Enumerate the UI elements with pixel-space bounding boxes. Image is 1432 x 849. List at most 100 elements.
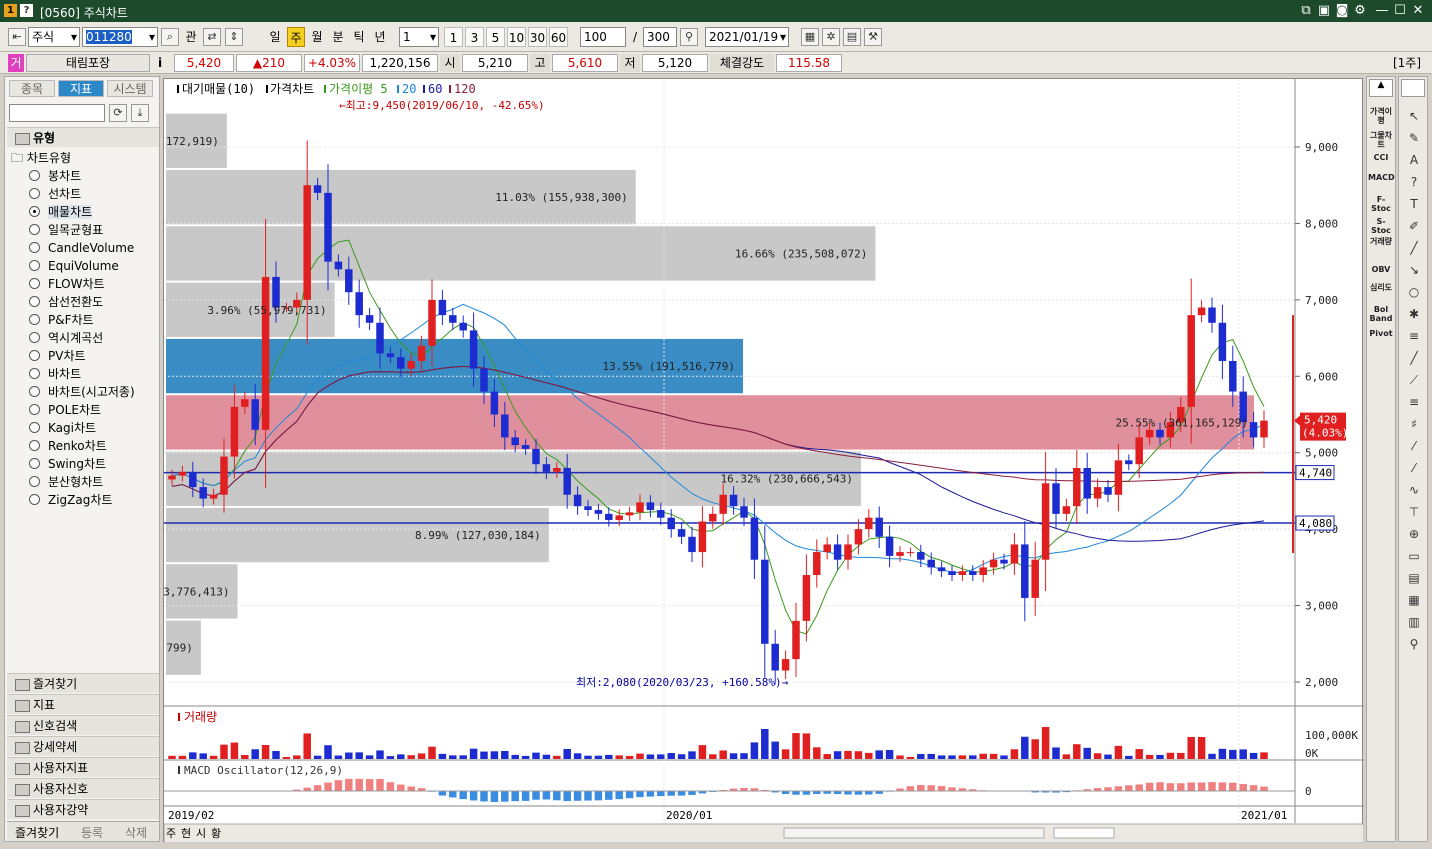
indicator-button[interactable]: F-Stoc [1368,195,1394,213]
chart-type-item[interactable]: Kagi차트 [29,419,96,437]
bottom-tab-delete[interactable]: 삭제 [125,824,147,841]
drawing-tool-icon[interactable]: ╱ [1404,349,1424,367]
tool-dropdown[interactable] [1401,79,1425,97]
scroll-up-icon[interactable]: ▲ [1369,79,1393,97]
drawing-tool-icon[interactable]: ▦ [1404,591,1424,609]
period-2[interactable]: 월 [308,27,326,47]
camera-icon[interactable]: ◙ [1334,3,1350,19]
indicator-button[interactable]: 가격이평 [1368,107,1394,125]
chart-type-item[interactable]: 바차트(시고저종) [29,383,135,401]
chart-type-item[interactable]: Swing차트 [29,455,106,473]
drawing-tool-icon[interactable]: ⟋ [1404,371,1424,389]
folder-item[interactable]: 지표 [7,694,159,714]
chart-type-item[interactable]: CandleVolume [29,239,134,257]
indicator-button[interactable]: MACD [1368,173,1395,182]
updown-icon[interactable]: ⇕ [225,28,243,46]
chart-type-item[interactable]: 역시계곡선 [29,329,103,347]
drawing-tool-icon[interactable]: ╱ [1404,239,1424,257]
indicator-button[interactable]: CCI [1368,153,1394,162]
reload-icon[interactable]: ⟳ [109,104,127,122]
folder-item[interactable]: 사용자강약 [7,799,159,819]
search-icon[interactable]: ⌕ [161,28,179,46]
drawing-tool-icon[interactable]: ? [1404,173,1424,191]
interval-2[interactable]: 5 [486,27,505,47]
drawing-tool-icon[interactable]: ↘ [1404,261,1424,279]
drawing-tool-icon[interactable]: ✎ [1404,129,1424,147]
bottom-button[interactable]: 황 [211,827,221,840]
prev-stock-icon[interactable]: ⇤ [8,28,26,46]
drawing-tool-icon[interactable]: ⁄ [1404,437,1424,455]
drawing-tool-icon[interactable]: ✐ [1404,217,1424,235]
drawing-tool-icon[interactable]: ≡ [1404,393,1424,411]
bottom-button[interactable]: 주 [166,827,176,840]
tab-system[interactable]: 시스템 [107,80,153,97]
chart-type-item[interactable]: 분산형차트 [29,473,103,491]
period-5[interactable]: 년 [371,27,389,47]
drawing-tool-icon[interactable]: ⊤ [1404,503,1424,521]
indicator-button[interactable]: Pivot [1368,329,1394,338]
chart-type-item[interactable]: 선차트 [29,185,81,203]
chart-type-item[interactable]: EquiVolume [29,257,119,275]
folder-item[interactable]: 사용자신호 [7,778,159,798]
drawing-tool-icon[interactable]: ∿ [1404,481,1424,499]
drawing-tool-icon[interactable]: ▤ [1404,569,1424,587]
chart-type-item[interactable]: Renko차트 [29,437,107,455]
period-4[interactable]: 틱 [350,27,368,47]
folder-item[interactable]: 강세약세 [7,736,159,756]
total-input[interactable]: 300 [643,27,677,47]
indicator-button[interactable]: 그물차트 [1368,131,1394,149]
market-select[interactable]: 주식 ▾ [28,27,80,47]
interval-select[interactable]: 1 ▾ [399,27,439,47]
drawing-tool-icon[interactable]: ↖ [1404,107,1424,125]
close-icon[interactable]: ✕ [1410,3,1426,19]
indicator-button[interactable]: Bol Band [1368,305,1394,323]
tools-icon[interactable]: ⚒ [864,28,882,46]
chart-type-item[interactable]: FLOW차트 [29,275,105,293]
save-icon[interactable]: ▤ [843,28,861,46]
zoom-icon[interactable]: ⚲ [680,28,698,46]
help-icon[interactable]: ? [20,4,33,17]
chart-type-item[interactable]: 바차트 [29,365,81,383]
folder-item[interactable]: 즐겨찾기 [7,673,159,693]
chart-type-item[interactable]: 매물차트 [29,203,93,221]
count-input[interactable]: 100 [580,27,626,47]
link-icon[interactable]: ⧉ [1298,3,1314,19]
chart-type-item[interactable]: PV차트 [29,347,86,365]
tab-indicator[interactable]: 지표 [58,80,104,97]
chart-type-item[interactable]: 봉차트 [29,167,81,185]
bottom-button[interactable]: 현 [181,827,191,840]
date-input[interactable]: 2021/01/19 ▾ [705,27,789,47]
minimize-icon[interactable]: — [1374,3,1390,19]
bottom-tab-register[interactable]: 등록 [81,824,103,841]
drawing-tool-icon[interactable]: ✱ [1404,305,1424,323]
indicator-search-input[interactable] [9,104,105,122]
interval-4[interactable]: 30 [528,27,547,47]
folder-item[interactable]: 사용자지표 [7,757,159,777]
chart-type-item[interactable]: 삼선전환도 [29,293,103,311]
tab-stock[interactable]: 종목 [9,80,55,97]
settings-icon[interactable]: ✲ [822,28,840,46]
stock-code-input[interactable]: 011280 ▾ [82,27,158,47]
period-1[interactable]: 주 [287,27,305,47]
indicator-button[interactable]: S-Stoc [1368,217,1394,235]
drawing-tool-icon[interactable]: ♯ [1404,415,1424,433]
copy-icon[interactable]: ▣ [1316,3,1332,19]
interval-1[interactable]: 3 [465,27,484,47]
drawing-tool-icon[interactable]: ○ [1404,283,1424,301]
table-icon[interactable]: ▦ [801,28,819,46]
chart-type-item[interactable]: POLE차트 [29,401,101,419]
drawing-tool-icon[interactable]: ⊕ [1404,525,1424,543]
gwan-button[interactable]: 관 [182,27,200,47]
indicator-button[interactable]: 심리도 [1368,283,1394,292]
interval-5[interactable]: 60 [549,27,568,47]
drawing-tool-icon[interactable]: ▭ [1404,547,1424,565]
drawing-tool-icon[interactable]: ⁄ [1404,459,1424,477]
drawing-tool-icon[interactable]: A [1404,151,1424,169]
maximize-icon[interactable]: ☐ [1392,3,1408,19]
interval-0[interactable]: 1 [444,27,463,47]
type-header[interactable]: 유형 [7,127,159,147]
chart-type-item[interactable]: P&F차트 [29,311,94,329]
chart-type-item[interactable]: 일목균형표 [29,221,103,239]
download-icon[interactable]: ⤓ [131,104,149,122]
drawing-tool-icon[interactable]: ≡ [1404,327,1424,345]
